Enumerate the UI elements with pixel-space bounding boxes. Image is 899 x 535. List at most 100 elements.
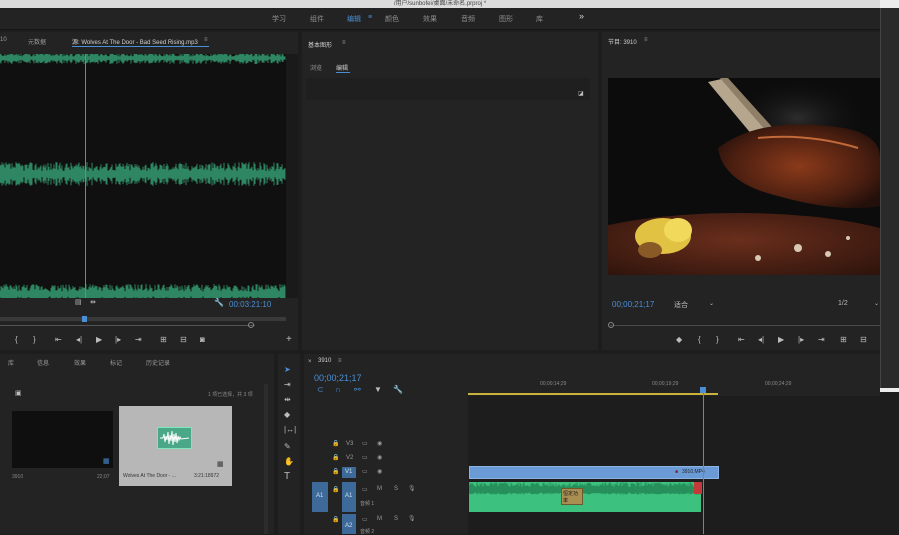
source-zoom-bar[interactable] [0, 325, 255, 326]
add-marker-icon[interactable]: ◆ [676, 336, 682, 344]
program-step-forward-icon[interactable]: |▸ [798, 336, 804, 344]
graphics-layers-area[interactable] [306, 78, 590, 100]
linked-selection-icon[interactable]: ⚯ [354, 386, 361, 394]
track-label-a2[interactable]: A2 [345, 523, 352, 529]
program-scrub-handle[interactable] [608, 322, 614, 328]
solo-button[interactable]: S [394, 486, 398, 492]
track-label-v1[interactable]: V1 [345, 469, 352, 475]
tab-info[interactable]: 信息 [37, 358, 49, 367]
lock-icon[interactable]: 🔒 [332, 440, 339, 447]
step-forward-icon[interactable]: |▸ [115, 336, 121, 344]
microphone-icon[interactable]: 🎙 [408, 515, 416, 522]
workspace-menu-icon[interactable]: ≡ [368, 14, 372, 21]
tab-libraries[interactable]: 库 [8, 358, 14, 367]
program-mark-in-icon[interactable]: { [698, 336, 701, 344]
program-video-frame[interactable] [608, 78, 880, 275]
sync-lock-icon[interactable]: ▭ [362, 516, 368, 523]
step-back-icon[interactable]: ◂| [76, 336, 82, 344]
eye-icon[interactable]: ◉ [377, 454, 382, 461]
mark-out-icon[interactable]: } [33, 336, 36, 344]
workspace-libraries[interactable]: 库 [536, 14, 543, 24]
track-area[interactable] [468, 396, 880, 534]
fit-dropdown-chevron-icon[interactable]: ⌄ [709, 300, 714, 307]
workspace-learn[interactable]: 学习 [272, 14, 286, 24]
sync-lock-icon[interactable]: ▭ [362, 454, 368, 461]
lift-icon[interactable]: ⊞ [840, 336, 847, 344]
track-select-tool-icon[interactable]: ⇥ [284, 381, 291, 389]
source-panel-menu-icon[interactable]: ≡ [204, 37, 208, 43]
sync-lock-icon[interactable]: ▭ [362, 440, 368, 447]
extract-icon[interactable]: ⊟ [860, 336, 867, 344]
ripple-edit-tool-icon[interactable]: ⇹ [284, 396, 291, 404]
transition-block[interactable]: 恒定功率 [561, 488, 583, 505]
lock-icon[interactable]: 🔒 [332, 468, 339, 475]
timeline-title[interactable]: 3910 [318, 358, 331, 364]
mute-button[interactable]: M [377, 516, 382, 522]
go-to-in-icon[interactable]: ⇤ [55, 336, 62, 344]
new-layer-icon[interactable]: ◪ [578, 90, 584, 98]
lock-icon[interactable]: 🔒 [332, 516, 339, 523]
source-duration-timecode[interactable]: 00:03:21:10 [229, 300, 271, 309]
solo-button[interactable]: S [394, 516, 398, 522]
slip-tool-icon[interactable]: |↔| [284, 426, 296, 434]
sync-lock-icon[interactable]: ▭ [362, 486, 368, 493]
microphone-icon[interactable]: 🎙 [408, 485, 416, 492]
tab-source[interactable]: 源: Wolves At The Door - Bad Seed Rising.… [72, 37, 198, 46]
source-scrub-handle[interactable] [82, 316, 87, 322]
type-tool-icon[interactable]: T [284, 472, 290, 482]
program-scrub-bar[interactable] [610, 325, 880, 326]
mute-button[interactable]: M [377, 486, 382, 492]
eye-icon[interactable]: ◉ [377, 440, 382, 447]
timeline-playhead[interactable] [703, 390, 704, 534]
project-folder-icon[interactable]: ▣ [15, 390, 22, 398]
play-icon[interactable]: ▶ [96, 336, 102, 344]
project-item-name-sequence[interactable]: 3910 [12, 474, 23, 480]
nest-icon[interactable]: ⊂ [317, 386, 324, 394]
program-step-back-icon[interactable]: ◂| [758, 336, 764, 344]
camera-icon[interactable]: ◙ [200, 336, 205, 344]
tab-source-prev[interactable]: 10 [0, 37, 7, 43]
source-zoom-handle[interactable] [248, 322, 254, 328]
track-label-a1[interactable]: A1 [345, 493, 352, 499]
timeline-settings-icon[interactable]: 🔧 [393, 386, 403, 394]
time-ruler[interactable]: 00;00;14;29 00;00;19;29 00;00;24;29 [468, 372, 880, 395]
add-marker-timeline-icon[interactable]: ▼ [374, 386, 382, 394]
project-scrollbar[interactable] [264, 384, 268, 534]
tab-markers[interactable]: 标记 [110, 358, 122, 367]
workspace-audio[interactable]: 音频 [461, 14, 475, 24]
program-timecode[interactable]: 00;00;21;17 [612, 300, 654, 309]
timeline-menu-icon[interactable]: ≡ [338, 358, 342, 364]
workspace-color[interactable]: 颜色 [385, 14, 399, 24]
overwrite-icon[interactable]: ⊟ [180, 336, 187, 344]
workspace-graphics[interactable]: 图形 [499, 14, 513, 24]
program-menu-icon[interactable]: ≡ [644, 37, 648, 43]
mark-in-icon[interactable]: { [15, 336, 18, 344]
tab-history[interactable]: 历史记录 [146, 358, 170, 367]
tab-browse[interactable]: 浏览 [310, 63, 322, 72]
pen-tool-icon[interactable]: ✎ [284, 443, 291, 451]
project-item-thumbnail-sequence[interactable] [12, 411, 113, 468]
tab-metadata[interactable]: 元数据 [28, 37, 46, 46]
timeline-close-icon[interactable]: × [308, 358, 312, 366]
lock-icon[interactable]: 🔒 [332, 486, 339, 493]
lock-icon[interactable]: 🔒 [332, 454, 339, 461]
audio-clip[interactable]: 恒定功率 [469, 482, 701, 512]
workspace-assembly[interactable]: 组件 [310, 14, 324, 24]
selection-tool-icon[interactable]: ➤ [284, 366, 291, 374]
project-item-audio-card[interactable]: ▦ Wolves At The Door - ... 3:21:18972 [119, 406, 232, 486]
eye-icon[interactable]: ◉ [377, 468, 382, 475]
add-button-icon[interactable]: + [286, 335, 292, 345]
snap-icon[interactable]: ∩ [335, 386, 341, 394]
source-playhead[interactable] [85, 54, 86, 298]
track-label-v2[interactable]: V2 [346, 455, 353, 461]
program-mark-out-icon[interactable]: } [716, 336, 719, 344]
hand-tool-icon[interactable]: ✋ [284, 458, 294, 466]
essential-graphics-title[interactable]: 基本图形 [308, 40, 332, 49]
essential-graphics-menu-icon[interactable]: ≡ [342, 40, 346, 46]
insert-icon[interactable]: ⊞ [160, 336, 167, 344]
timeline-timecode[interactable]: 00;00;21;17 [314, 373, 362, 383]
program-go-to-in-icon[interactable]: ⇤ [738, 336, 745, 344]
work-area-bar[interactable] [468, 393, 718, 395]
program-play-icon[interactable]: ▶ [778, 336, 784, 344]
tab-effects[interactable]: 效果 [74, 358, 86, 367]
